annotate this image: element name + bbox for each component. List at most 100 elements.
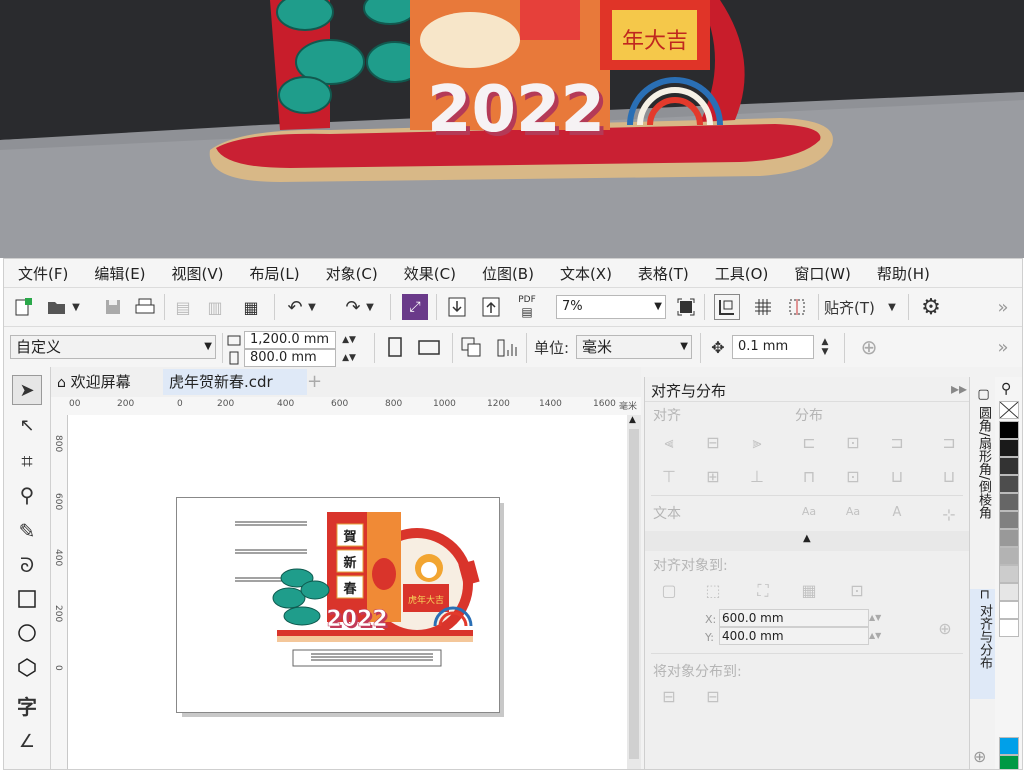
text-first-line-icon[interactable]: Aa bbox=[799, 505, 819, 523]
vertical-scrollbar[interactable]: ▲ bbox=[627, 415, 641, 769]
align-bottom-icon[interactable]: ⊥ bbox=[747, 467, 767, 486]
distribute-top-icon[interactable]: ⊓ bbox=[799, 467, 819, 486]
tab-fillet-scallop-chamfer[interactable]: ▢ 圆角/扇形角/倒棱角 bbox=[973, 387, 993, 577]
copy-icon[interactable]: ▦ bbox=[240, 296, 262, 318]
color-swatch[interactable] bbox=[999, 421, 1019, 439]
color-swatch[interactable] bbox=[999, 547, 1019, 565]
all-pages-icon[interactable] bbox=[458, 335, 484, 359]
color-swatch[interactable] bbox=[999, 511, 1019, 529]
redo-dropdown-icon[interactable]: ▼ bbox=[364, 298, 376, 316]
artistic-media-icon[interactable]: ᘐ bbox=[12, 551, 42, 579]
units-select[interactable]: 毫米 ▼ bbox=[576, 335, 692, 359]
distribute-spacing-h-icon[interactable]: ⊐ bbox=[887, 433, 907, 452]
menu-bitmaps[interactable]: 位图(B) bbox=[468, 263, 534, 284]
menu-help[interactable]: 帮助(H) bbox=[863, 263, 930, 284]
x-coordinate-field[interactable]: 600.0 mm bbox=[719, 609, 869, 627]
distribute-center-v-icon[interactable]: ⊡ bbox=[843, 467, 863, 486]
corel-connect-icon[interactable]: ⤢ bbox=[402, 294, 428, 320]
color-swatch[interactable] bbox=[999, 737, 1019, 755]
add-tab-button[interactable]: + bbox=[301, 369, 327, 395]
no-color-swatch[interactable] bbox=[999, 401, 1019, 419]
import-icon[interactable]: ▤ bbox=[172, 296, 194, 318]
menu-view[interactable]: 视图(V) bbox=[158, 263, 224, 284]
ellipse-tool-icon[interactable] bbox=[12, 619, 42, 647]
color-swatch[interactable] bbox=[999, 583, 1019, 601]
snap-dropdown-icon[interactable]: ▼ bbox=[886, 298, 898, 316]
grid-icon[interactable] bbox=[750, 294, 776, 320]
width-stepper[interactable]: ▲▼ bbox=[338, 331, 360, 349]
distribute-spacing-v-icon[interactable]: ⊔ bbox=[887, 467, 907, 486]
export-icon[interactable]: ▥ bbox=[204, 296, 226, 318]
outline-icon[interactable]: ⊹ bbox=[939, 505, 959, 524]
distribute-to-page-icon[interactable]: ⊟ bbox=[703, 687, 723, 706]
y-stepper[interactable]: ▲▼ bbox=[869, 627, 897, 645]
tab-document[interactable]: 虎年贺新春.cdr bbox=[163, 369, 307, 395]
color-swatch[interactable] bbox=[999, 601, 1019, 619]
distribute-to-selection-icon[interactable]: ⊟ bbox=[659, 687, 679, 706]
new-document-icon[interactable] bbox=[12, 296, 34, 318]
crop-tool-icon[interactable]: ⌗ bbox=[12, 447, 42, 475]
distribute-left-icon[interactable]: ⊏ bbox=[799, 433, 819, 452]
landscape-icon[interactable] bbox=[416, 335, 442, 359]
color-swatch[interactable] bbox=[999, 565, 1019, 583]
color-swatch[interactable] bbox=[999, 619, 1019, 637]
menu-file[interactable]: 文件(F) bbox=[4, 263, 68, 284]
caret-up-icon[interactable]: ▲ bbox=[803, 533, 811, 544]
tab-welcome[interactable]: ⌂ 欢迎屏幕 bbox=[51, 369, 175, 395]
add-docker-icon[interactable]: ⊕ bbox=[973, 747, 993, 767]
eyedropper-icon[interactable]: ⚲ bbox=[1001, 381, 1011, 397]
align-center-v-icon[interactable]: ⊞ bbox=[703, 467, 723, 486]
text-tool-icon[interactable]: 字 bbox=[12, 691, 42, 719]
page-width-field[interactable]: 1,200.0 mm bbox=[244, 331, 336, 349]
menu-table[interactable]: 表格(T) bbox=[624, 263, 689, 284]
add-preset-icon[interactable]: ⊕ bbox=[856, 335, 882, 359]
scrollbar-thumb[interactable] bbox=[629, 429, 639, 759]
propbar-overflow[interactable]: » bbox=[992, 335, 1014, 359]
collapse-section[interactable]: ▲ bbox=[645, 531, 970, 551]
redo-icon[interactable]: ↷ bbox=[342, 296, 364, 318]
color-swatch[interactable] bbox=[999, 439, 1019, 457]
scroll-up-icon[interactable]: ▲ bbox=[629, 415, 636, 425]
menu-effects[interactable]: 效果(C) bbox=[390, 263, 456, 284]
rectangle-tool-icon[interactable] bbox=[12, 585, 42, 613]
vertical-ruler[interactable]: 800 600 400 200 0 bbox=[51, 415, 68, 769]
align-center-h-icon[interactable]: ⊟ bbox=[703, 433, 723, 452]
align-to-grid-icon[interactable]: ▦ bbox=[799, 581, 819, 600]
nudge-distance-field[interactable]: 0.1 mm bbox=[732, 335, 814, 359]
color-swatch[interactable] bbox=[999, 529, 1019, 547]
menu-object[interactable]: 对象(C) bbox=[312, 263, 378, 284]
nudge-stepper[interactable]: ▲ ▼ bbox=[814, 335, 836, 359]
x-stepper[interactable]: ▲▼ bbox=[869, 609, 897, 627]
drawing-canvas[interactable]: ▲ 賀 新 春 虎年大吉 2022 2022 bbox=[68, 415, 641, 769]
color-swatch[interactable] bbox=[999, 493, 1019, 511]
menu-edit[interactable]: 编辑(E) bbox=[80, 263, 145, 284]
y-coordinate-field[interactable]: 400.0 mm bbox=[719, 627, 869, 645]
portrait-icon[interactable] bbox=[384, 335, 406, 359]
pick-tool-icon[interactable]: ➤ bbox=[12, 375, 42, 405]
page-size-select[interactable]: 自定义 ▼ bbox=[10, 335, 216, 359]
rulers-toggle-icon[interactable] bbox=[714, 294, 740, 320]
align-left-icon[interactable]: ⫷ bbox=[659, 433, 679, 452]
chevron-down-icon[interactable]: ▼ bbox=[70, 298, 82, 316]
open-folder-icon[interactable] bbox=[46, 296, 68, 318]
align-top-icon[interactable]: ⊤ bbox=[659, 467, 679, 486]
distribute-right-icon[interactable]: ⊐ bbox=[939, 433, 959, 452]
print-icon[interactable] bbox=[134, 296, 156, 318]
align-to-point-icon[interactable]: ⊡ bbox=[847, 581, 867, 600]
height-stepper[interactable]: ▲▼ bbox=[338, 349, 360, 367]
text-last-line-icon[interactable]: Aa bbox=[843, 505, 863, 523]
document-page[interactable]: 賀 新 春 虎年大吉 2022 2022 bbox=[176, 497, 500, 713]
distribute-center-h-icon[interactable]: ⊡ bbox=[843, 433, 863, 452]
toolbar-overflow[interactable]: » bbox=[992, 296, 1014, 318]
align-right-icon[interactable]: ⫸ bbox=[747, 433, 767, 452]
freehand-tool-icon[interactable]: ✎ bbox=[12, 517, 42, 545]
color-swatch[interactable] bbox=[999, 457, 1019, 475]
distribute-bottom-icon[interactable]: ⊔ bbox=[939, 467, 959, 486]
gear-icon[interactable]: ⚙ bbox=[918, 294, 944, 320]
save-icon[interactable] bbox=[102, 296, 124, 318]
menu-layout[interactable]: 布局(L) bbox=[236, 263, 300, 284]
add-point-icon[interactable]: ⊕ bbox=[935, 619, 955, 638]
zoom-tool-icon[interactable]: ⚲ bbox=[12, 481, 42, 509]
page-height-field[interactable]: 800.0 mm bbox=[244, 349, 336, 367]
parallel-dimension-icon[interactable]: ∠ bbox=[12, 727, 42, 755]
